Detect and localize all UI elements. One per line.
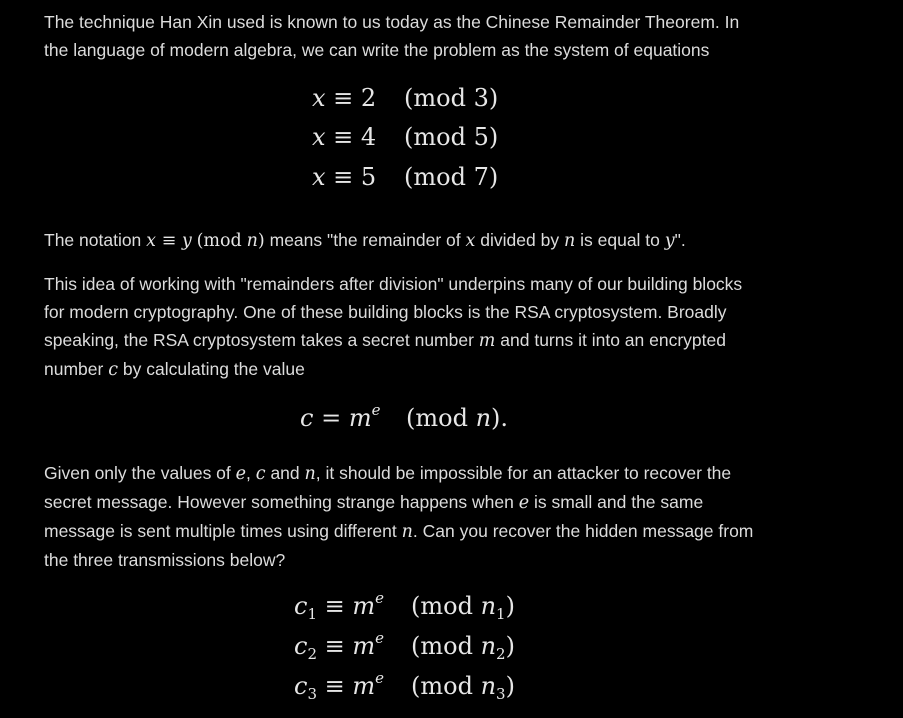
- transmission-equations: c1 ≡ me (mod n1) c2 ≡ me (mod n2) c3 ≡ m…: [294, 589, 554, 712]
- intro-paragraph: The technique Han Xin used is known to u…: [44, 12, 740, 60]
- crt-equation-lhs: x ≡ 2: [312, 84, 377, 112]
- transmission-mod: (mod n1): [411, 592, 515, 623]
- rsa-equation-lhs: c = me: [300, 401, 381, 433]
- rsa-equation-mod: (mod n).: [406, 404, 509, 432]
- transmission-mod: (mod n2): [411, 632, 515, 663]
- challenge-paragraph: Given only the values of e, c and n, it …: [44, 463, 754, 570]
- crt-system-equations: x ≡ 2 (mod 3) x ≡ 4 (mod 5) x ≡ 5 (mod 7…: [312, 84, 512, 204]
- crt-equation-mod: (mod 3): [404, 84, 499, 112]
- transmission-lhs: c2 ≡ me: [294, 629, 385, 663]
- notation-paragraph: The notation x ≡ y (mod n) means "the re…: [44, 230, 686, 251]
- transmission-lhs: c3 ≡ me: [294, 669, 385, 703]
- crt-equation-lhs: x ≡ 5: [312, 163, 377, 191]
- crt-equation-lhs: x ≡ 4: [312, 123, 377, 151]
- crt-equation-mod: (mod 7): [404, 163, 499, 191]
- transmission-mod: (mod n3): [411, 672, 515, 703]
- rsa-encryption-equation: c = me (mod n).: [300, 401, 560, 440]
- challenge-description: The technique Han Xin used is known to u…: [0, 0, 903, 718]
- transmission-lhs: c1 ≡ me: [294, 589, 385, 623]
- rsa-paragraph: This idea of working with "remainders af…: [44, 274, 743, 380]
- crt-equation-mod: (mod 5): [404, 123, 499, 151]
